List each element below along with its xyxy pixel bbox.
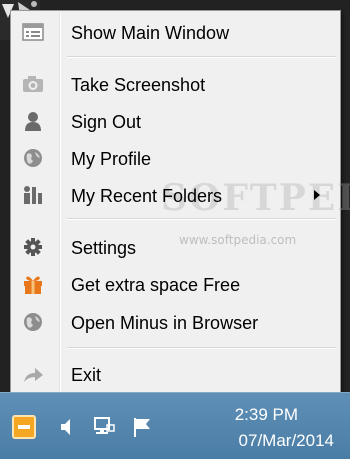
clock-time[interactable]: 2:39 PM [235,405,298,425]
action-center-flag-icon[interactable] [130,415,154,439]
menu-item-label: Settings [71,238,137,258]
user-icon [25,112,41,131]
network-icon[interactable] [92,415,116,439]
gear-icon [24,238,42,256]
menu-item-exit[interactable]: Exit [13,359,338,389]
menu-item-label: Take Screenshot [71,75,206,95]
minus-tray-icon[interactable] [12,415,36,439]
menu-separator [67,347,336,349]
menu-item-label: My Profile [71,149,152,169]
menu-item-sign-out[interactable]: Sign Out [13,106,338,136]
camera-icon [23,76,43,92]
menu-separator [67,218,336,220]
menu-item-label: Get extra space Free [71,275,241,295]
window-list-icon [22,23,44,41]
menu-item-my-profile[interactable]: My Profile [13,143,338,173]
menu-separator [67,56,336,58]
speaker-icon[interactable] [56,415,80,439]
menu-item-label: Show Main Window [71,23,230,43]
taskbar: 2:39 PM 07/Mar/2014 [0,392,350,459]
clock-date[interactable]: 07/Mar/2014 [239,431,334,451]
gift-icon [24,276,42,294]
menu-item-open-in-browser[interactable]: Open Minus in Browser [13,307,338,337]
globe-icon [24,313,42,331]
menu-item-my-recent-folders[interactable]: My Recent Folders [13,180,338,210]
menu-item-settings[interactable]: Settings [13,232,338,262]
menu-item-label: Sign Out [71,112,142,132]
exit-arrow-icon [24,368,43,382]
submenu-arrow-icon [314,190,320,200]
menu-item-show-main-window[interactable]: Show Main Window [13,17,338,47]
globe-icon [24,149,42,167]
menu-item-get-extra-space[interactable]: Get extra space Free [13,269,338,299]
menu-item-label: My Recent Folders [71,186,223,206]
menu-item-label: Exit [71,365,102,385]
menu-item-label: Open Minus in Browser [71,313,259,333]
tray-context-menu: SOFTPEDIA www.softpedia.com Show Main Wi… [10,10,350,396]
menu-item-take-screenshot[interactable]: Take Screenshot [13,69,338,99]
folders-icon [24,186,42,204]
